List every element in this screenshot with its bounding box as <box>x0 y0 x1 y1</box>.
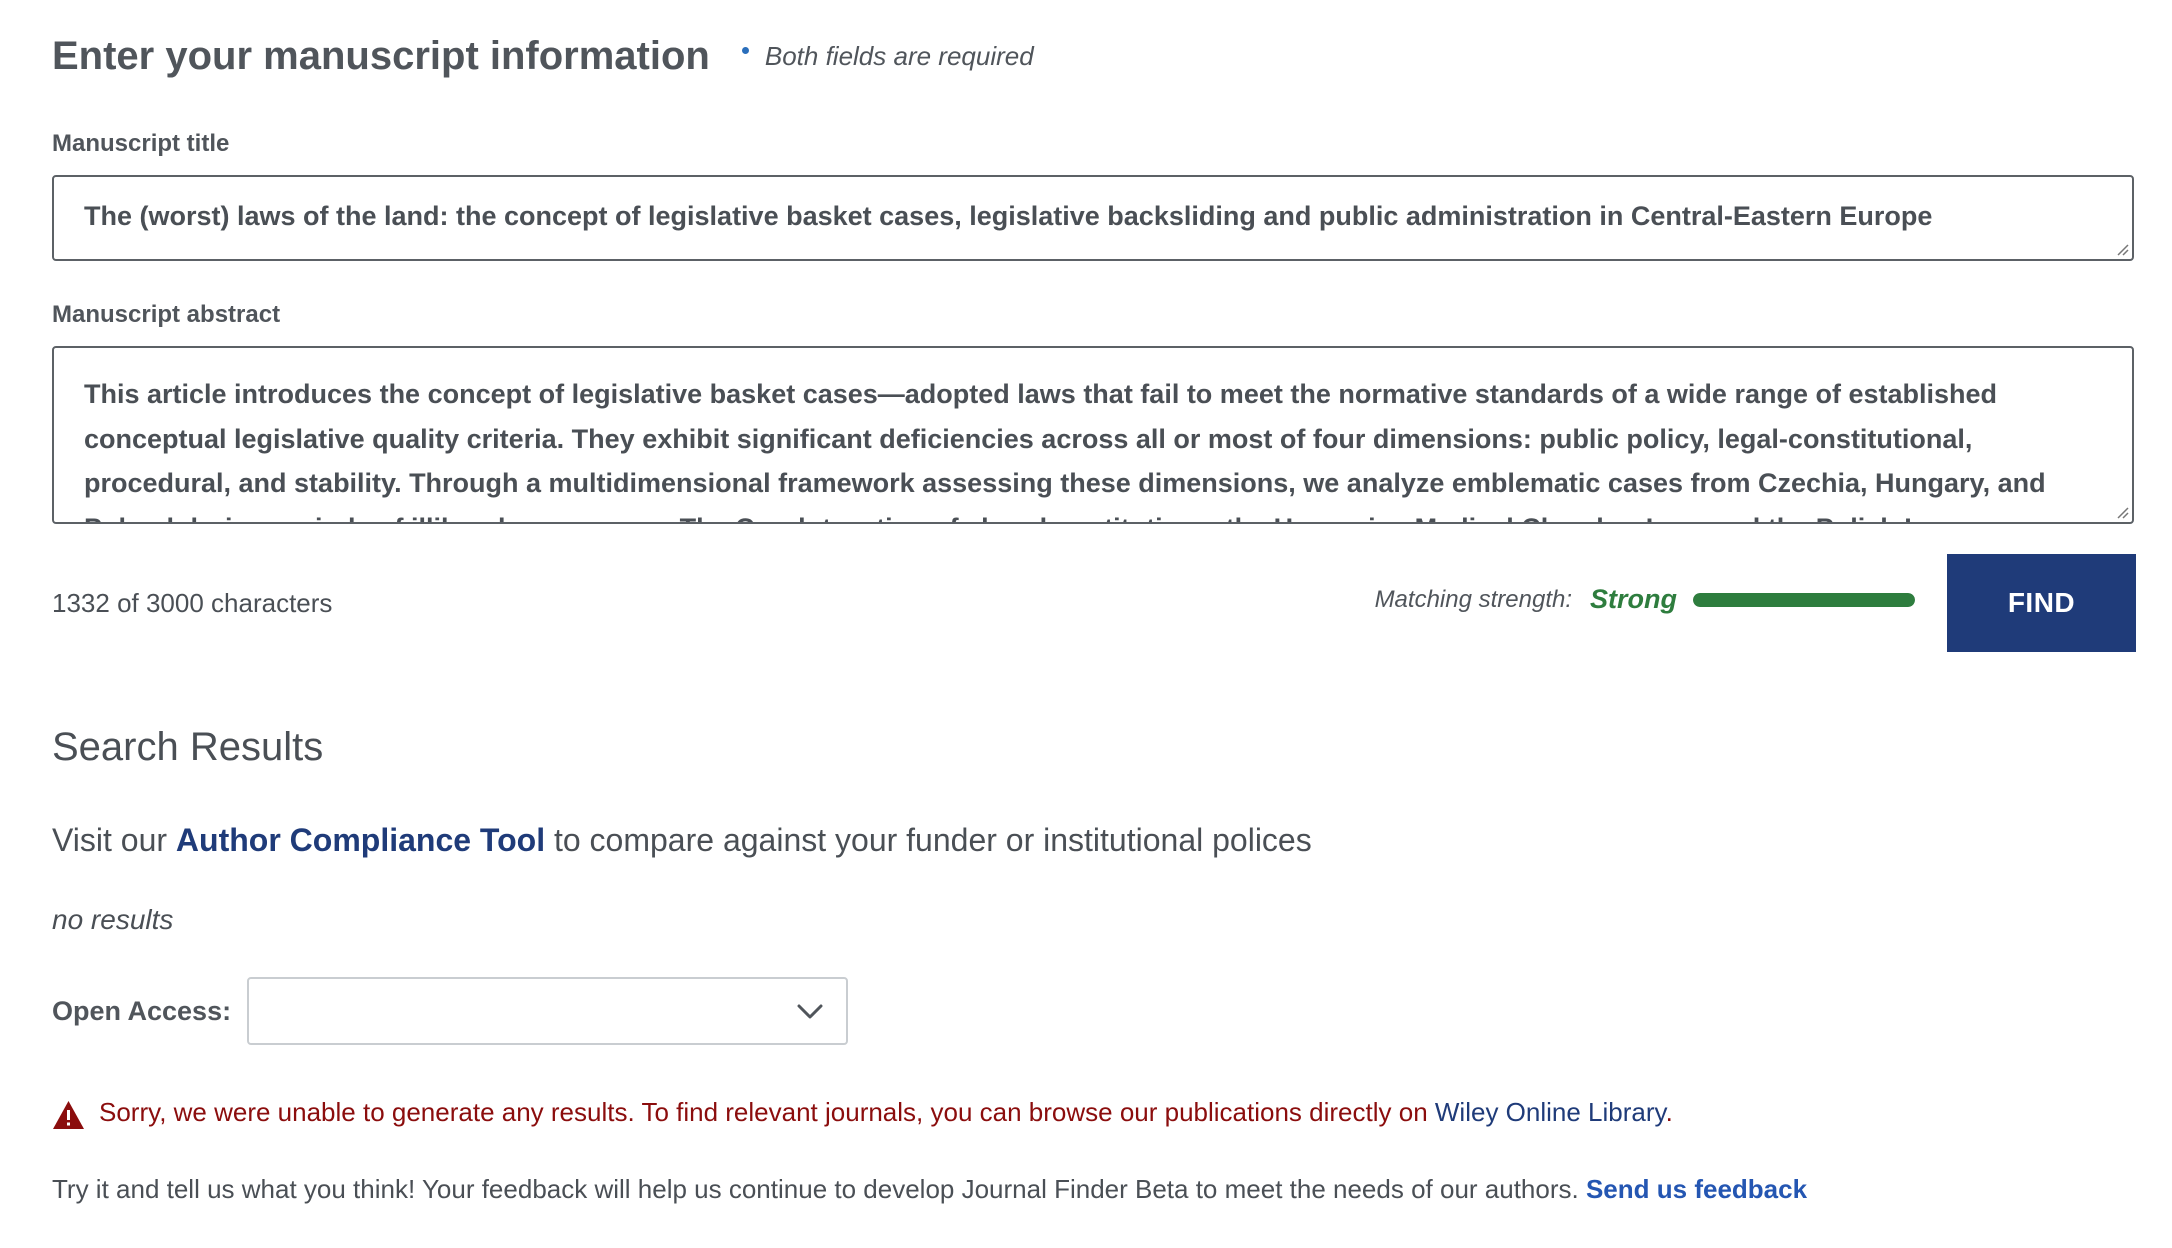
manuscript-abstract-value: This article introduces the concept of l… <box>84 379 2046 522</box>
open-access-label: Open Access: <box>52 995 232 1026</box>
manuscript-abstract-input[interactable]: This article introduces the concept of l… <box>52 346 2134 524</box>
required-note: Both fields are required <box>741 41 1034 72</box>
send-feedback-link[interactable]: Send us feedback <box>1586 1174 1807 1204</box>
manuscript-title-input[interactable]: The (worst) laws of the land: the concep… <box>52 175 2134 261</box>
open-access-select[interactable] <box>247 977 849 1045</box>
feedback-line: Try it and tell us what you think! Your … <box>52 1174 1807 1205</box>
manuscript-title-value: The (worst) laws of the land: the concep… <box>84 201 1933 231</box>
open-access-filter: Open Access: <box>52 977 849 1045</box>
matching-strength-bar <box>1693 592 1915 607</box>
error-message: Sorry, we were unable to generate any re… <box>52 1097 1673 1129</box>
compliance-tool-line: Visit our Author Compliance Tool to comp… <box>52 822 1312 859</box>
no-results-text: no results <box>52 904 174 935</box>
journal-finder-page: Enter your manuscript information Both f… <box>0 0 2172 1248</box>
error-message-text: Sorry, we were unable to generate any re… <box>99 1097 1428 1127</box>
resize-grip-icon[interactable] <box>2115 242 2129 256</box>
manuscript-title-label: Manuscript title <box>52 130 230 157</box>
resize-grip-icon[interactable] <box>2115 505 2129 519</box>
form-header: Enter your manuscript information Both f… <box>52 34 1034 79</box>
visit-prefix: Visit our <box>52 822 168 858</box>
matching-strength: Matching strength: Strong <box>1375 584 1915 615</box>
warning-icon <box>53 1100 84 1129</box>
matching-strength-value: Strong <box>1590 584 1677 614</box>
manuscript-abstract-label: Manuscript abstract <box>52 301 281 328</box>
matching-strength-label: Matching strength: <box>1374 585 1572 613</box>
feedback-text: Try it and tell us what you think! Your … <box>52 1174 1579 1204</box>
dot-icon <box>741 47 749 54</box>
visit-suffix: to compare against your funder or instit… <box>553 822 1312 858</box>
error-end: . <box>1665 1097 1673 1127</box>
wiley-online-library-link[interactable]: Wiley Online Library <box>1435 1097 1666 1127</box>
error-text: Sorry, we were unable to generate any re… <box>99 1097 1673 1128</box>
required-note-text: Both fields are required <box>764 41 1034 71</box>
search-results-heading: Search Results <box>52 725 324 769</box>
chevron-down-icon <box>797 1004 823 1019</box>
find-button[interactable]: FIND <box>1947 554 2136 652</box>
page-title: Enter your manuscript information <box>52 34 710 78</box>
matching-strength-fill <box>1693 592 1915 607</box>
character-count: 1332 of 3000 characters <box>52 588 333 618</box>
author-compliance-tool-link[interactable]: Author Compliance Tool <box>176 822 545 858</box>
